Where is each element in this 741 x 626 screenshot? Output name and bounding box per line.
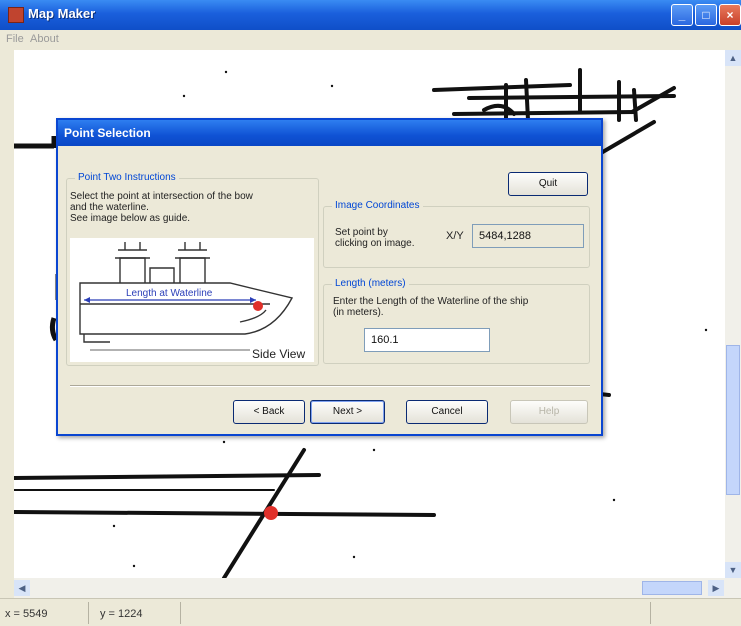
- coords-prompt-line-1: Set point by: [335, 227, 388, 238]
- quit-button[interactable]: Quit: [508, 172, 588, 196]
- length-prompt-line-2: (in meters).: [333, 307, 384, 318]
- help-button: Help: [510, 400, 588, 424]
- guide-image: Length at Waterline Side View: [70, 238, 314, 362]
- next-button[interactable]: Next >: [310, 400, 385, 424]
- menu-file[interactable]: File: [6, 33, 24, 45]
- guide-length-label: Length at Waterline: [126, 288, 213, 299]
- window-titlebar[interactable]: Map Maker _ □ ×: [0, 0, 741, 30]
- close-button[interactable]: ×: [719, 4, 741, 26]
- instruction-line-1: Select the point at intersection of the …: [70, 191, 253, 202]
- maximize-button[interactable]: □: [695, 4, 717, 26]
- app-window: Map Maker _ □ × File About ▲ ▼ ◀ ▶ x = 5…: [0, 0, 741, 626]
- scroll-down-icon[interactable]: ▼: [725, 562, 741, 578]
- ship-side-view-icon: Length at Waterline Side View: [79, 242, 305, 361]
- status-bar: x = 5549 y = 1224: [0, 598, 741, 626]
- xy-coordinates-field: 5484,1288: [472, 224, 584, 248]
- horizontal-scroll-thumb[interactable]: [642, 581, 702, 595]
- map-maker-icon: [8, 7, 24, 23]
- xy-label: X/Y: [446, 230, 464, 242]
- window-title: Map Maker: [28, 6, 96, 21]
- minimize-button[interactable]: _: [671, 4, 693, 26]
- dialog-title: Point Selection: [64, 126, 151, 140]
- instruction-line-3: See image below as guide.: [70, 213, 191, 224]
- status-y: y = 1224: [100, 608, 143, 620]
- coords-group-title: Image Coordinates: [332, 200, 423, 211]
- length-input[interactable]: 160.1: [364, 328, 490, 352]
- scroll-up-icon[interactable]: ▲: [725, 50, 741, 66]
- length-group-title: Length (meters): [332, 278, 409, 289]
- menu-bar: File About: [0, 30, 741, 50]
- scroll-right-icon[interactable]: ▶: [708, 580, 724, 596]
- dialog-titlebar[interactable]: Point Selection: [58, 120, 601, 146]
- dialog-separator: [70, 385, 590, 387]
- side-view-label: Side View: [252, 347, 305, 361]
- map-selection-marker: [264, 506, 278, 520]
- guide-bow-marker: [253, 301, 263, 311]
- coords-prompt-line-2: clicking on image.: [335, 238, 415, 249]
- instruction-line-2: and the waterline.: [70, 202, 149, 213]
- status-x: x = 5549: [5, 608, 48, 620]
- scroll-left-icon[interactable]: ◀: [14, 580, 30, 596]
- instructions-group-title: Point Two Instructions: [75, 172, 179, 183]
- menu-about[interactable]: About: [30, 33, 59, 45]
- vertical-scrollbar[interactable]: ▲ ▼: [725, 50, 741, 598]
- length-prompt-line-1: Enter the Length of the Waterline of the…: [333, 296, 529, 307]
- horizontal-scrollbar[interactable]: ◀ ▶: [14, 578, 725, 598]
- cancel-button[interactable]: Cancel: [406, 400, 488, 424]
- back-button[interactable]: < Back: [233, 400, 305, 424]
- point-selection-dialog: Point Selection Point Two Instructions S…: [56, 118, 603, 436]
- vertical-scroll-thumb[interactable]: [726, 345, 740, 495]
